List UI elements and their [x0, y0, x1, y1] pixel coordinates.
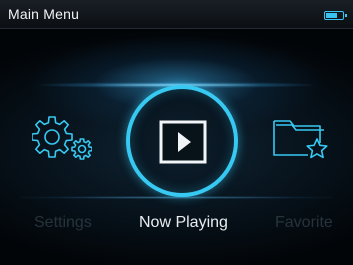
main-menu-screen: Main Menu Settings Now Playing Favorite: [0, 0, 353, 265]
battery-level-fill: [326, 13, 337, 18]
settings-label: Settings: [34, 214, 92, 231]
play-icon: [159, 120, 207, 164]
battery-icon: [324, 11, 347, 20]
now-playing-button[interactable]: [126, 85, 238, 197]
status-bar: Main Menu: [0, 0, 353, 29]
gear-icon: [32, 116, 92, 160]
now-playing-label: Now Playing: [139, 214, 228, 231]
folder-star-icon: [273, 120, 328, 159]
settings-menu-item[interactable]: [32, 113, 92, 161]
favorite-label: Favorite: [275, 214, 333, 231]
battery-tip: [344, 13, 347, 17]
favorite-menu-item[interactable]: [268, 113, 332, 161]
page-title: Main Menu: [8, 6, 80, 22]
